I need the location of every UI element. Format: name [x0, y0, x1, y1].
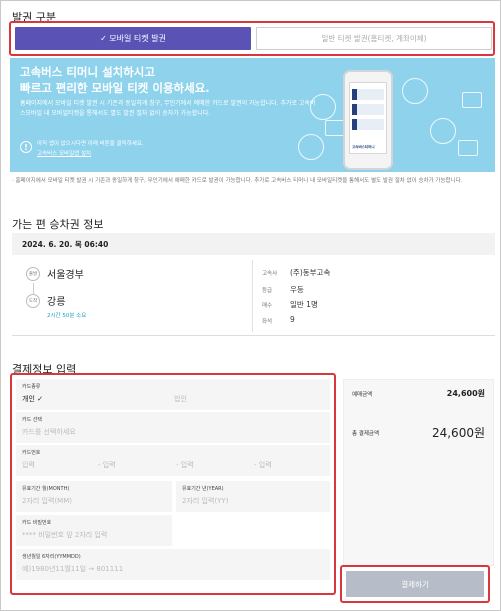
card-type-field: 카드종류 개인 ✓ 법인: [16, 379, 330, 410]
depart-badge: 출발: [26, 267, 40, 281]
birth-date-placeholder: 예)1980년11월11일 → 801111: [22, 565, 124, 573]
birth-date-field[interactable]: 생년월일 6자리(YYMMDD) 예)1980년11월11일 → 801111: [16, 549, 330, 580]
mail-icon: [325, 120, 345, 136]
app-promo-banner: 고속버스 티머니 설치하시고 빠르고 편리한 모바일 티켓 이용하세요. 홈페이…: [10, 58, 495, 172]
trip-date: 2024. 6. 20. 목 06:40: [12, 233, 495, 255]
card-number-input-4[interactable]: - 입력: [254, 460, 272, 470]
issue-type-selector: ✓ 모바일 티켓 발권 일반 티켓 발권(홈티켓, 계좌이체): [9, 21, 495, 56]
trip-section-title: 가는 편 승차권 정보: [12, 218, 104, 231]
mobile-ticket-footnote: · 홈페이지에서 모바일 티켓 발권 시 기존과 동일하게 창구, 무인기에서 …: [12, 178, 463, 184]
pay-button-wrapper: 결제하기: [340, 565, 490, 603]
arrive-badge: 도착: [26, 294, 40, 308]
seat-label: 좌석: [262, 319, 273, 325]
card-number-input-3[interactable]: - 입력: [176, 460, 194, 470]
payment-form: 카드종류 개인 ✓ 법인 카드 선택 카드를 선택하세요 카드번호 입력 - 입…: [10, 373, 336, 595]
mobile-ticket-button[interactable]: ✓ 모바일 티켓 발권: [15, 27, 251, 50]
general-ticket-button[interactable]: 일반 티켓 발권(홈티켓, 계좌이체): [256, 27, 492, 50]
card-number-input-1[interactable]: 입력: [22, 460, 35, 470]
chat-icon: [462, 92, 482, 108]
count-label: 매수: [262, 303, 273, 309]
depart-place: 서울경부: [47, 270, 84, 281]
ticket-icon: [310, 94, 336, 120]
banner-note: ! 아직 앱이 없으시다면 아래 버튼을 클릭하세요. 고속버스 모바일앱 설치: [20, 140, 144, 157]
card-select-placeholder: 카드를 선택하세요: [22, 428, 76, 436]
expiry-month-placeholder: 2자리 입력(MM): [22, 497, 72, 505]
settings-icon: [430, 118, 456, 144]
trip-info: 출발 도착 서울경부 강릉 2시간 50분 소요 고속사 (주)동부고속 등급 …: [12, 256, 495, 336]
banner-description: 홈페이지에서 모바일 티켓 발권 시 기존과 동일하게 창구, 무인기에서 예매…: [20, 100, 316, 117]
card-select-field[interactable]: 카드 선택 카드를 선택하세요: [16, 412, 330, 443]
card-number-field: 카드번호 입력 - 입력 - 입력 - 입력: [16, 445, 330, 476]
phone-app-label: 고속버스티머니: [352, 145, 375, 149]
expiry-year-field[interactable]: 유효기간 년(YEAR) 2자리 입력(YY): [176, 481, 330, 512]
card-password-field[interactable]: 카드 비밀번호 **** 비밀번호 앞 2자리 입력: [16, 515, 172, 546]
pay-button[interactable]: 결제하기: [346, 571, 484, 597]
expiry-month-field[interactable]: 유효기간 월(MONTH) 2자리 입력(MM): [16, 481, 172, 512]
banner-note-text: 아직 앱이 없으시다면 아래 버튼을 클릭하세요.: [37, 141, 144, 147]
card-icon: [458, 140, 478, 156]
count-value: 일반 1명: [290, 300, 318, 309]
operator-value: (주)동부고속: [290, 268, 331, 277]
user-icon: [298, 134, 324, 160]
card-password-placeholder: **** 비밀번호 앞 2자리 입력: [22, 531, 108, 539]
operator-label: 고속사: [262, 271, 278, 277]
card-type-personal[interactable]: 개인 ✓: [22, 394, 43, 404]
exclamation-icon: !: [20, 141, 32, 153]
total-amount-label: 총 결제금액: [352, 431, 380, 437]
grade-value: 우등: [290, 285, 304, 294]
bus-icon: [402, 78, 428, 104]
card-type-corporate[interactable]: 법인: [174, 394, 187, 404]
grade-label: 등급: [262, 288, 273, 294]
expiry-year-placeholder: 2자리 입력(YY): [182, 497, 229, 505]
card-number-input-2[interactable]: - 입력: [98, 460, 116, 470]
arrive-place: 강릉: [47, 297, 66, 308]
reserve-amount: 24,600원: [446, 389, 485, 398]
banner-title: 고속버스 티머니 설치하시고 빠르고 편리한 모바일 티켓 이용하세요.: [20, 65, 210, 95]
seat-value: 9: [290, 315, 295, 324]
payment-summary: 예매금액 24,600원 총 결제금액 24,600원: [343, 379, 494, 566]
app-install-link[interactable]: 고속버스 모바일앱 설치: [37, 149, 144, 157]
total-amount: 24,600원: [431, 426, 485, 440]
phone-illustration: 고속버스티머니: [343, 70, 393, 170]
trip-duration: 2시간 50분 소요: [47, 313, 87, 319]
reserve-amount-label: 예매금액: [352, 392, 373, 398]
